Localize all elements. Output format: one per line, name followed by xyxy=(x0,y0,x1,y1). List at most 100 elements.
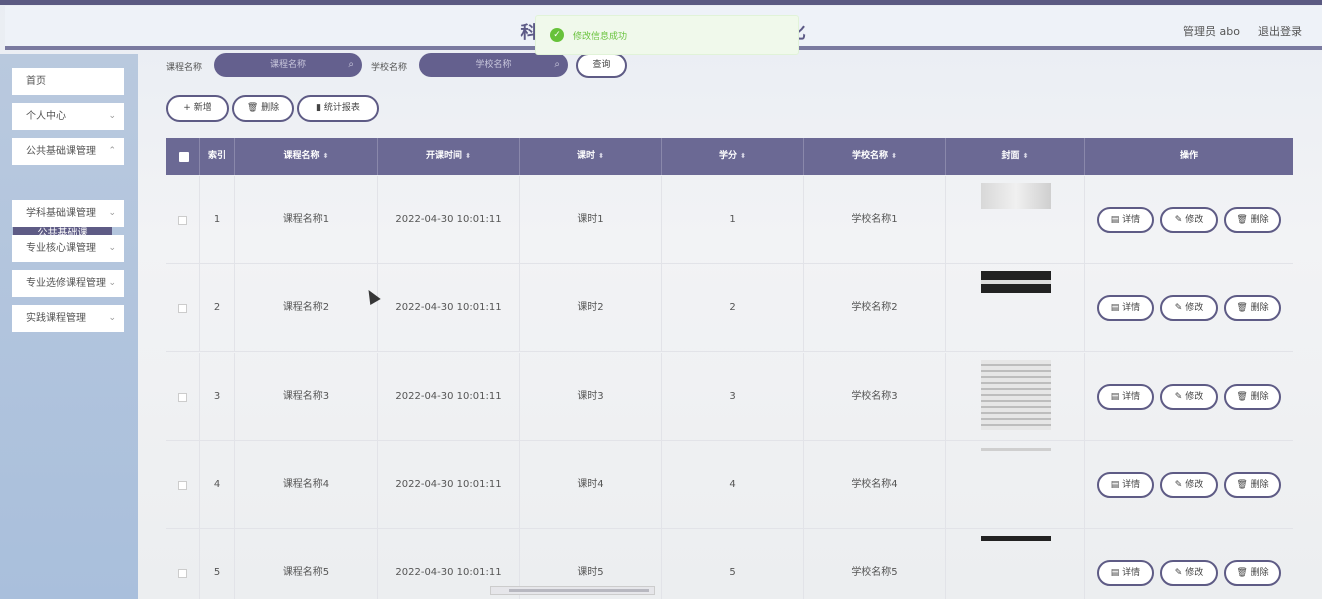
batch-delete-button[interactable]: 🗑 删除 xyxy=(232,95,294,122)
sort-icon: ⬍ xyxy=(598,152,604,160)
edit-button[interactable]: ✎ 修改 xyxy=(1160,384,1218,410)
table-row: 2 课程名称2 2022-04-30 10:01:11 课时2 2 学校名称2 ▤ 详情 ✎ … xyxy=(166,264,1293,352)
row-checkbox[interactable] xyxy=(178,393,187,402)
delete-button[interactable]: 🗑 删除 xyxy=(1224,472,1281,498)
course-name-input[interactable]: 课程名称 ⌕ xyxy=(214,53,362,77)
edit-button[interactable]: ✎ 修改 xyxy=(1160,560,1218,586)
cell-course: 课程名称3 xyxy=(235,353,378,441)
trash-icon: 🗑 xyxy=(1236,303,1251,313)
edit-button[interactable]: ✎ 修改 xyxy=(1160,472,1218,498)
cell-school: 学校名称1 xyxy=(804,176,946,264)
header-cover[interactable]: 封面 ⬍ xyxy=(946,138,1085,175)
sidebar-item-label: 首页 xyxy=(26,76,46,87)
cover-thumbnail[interactable] xyxy=(981,448,1051,451)
detail-button[interactable]: ▤ 详情 xyxy=(1097,207,1154,233)
cell-course: 课程名称2 xyxy=(235,264,378,352)
sidebar: 首页 个人中心 ⌄ 公共基础课管理 ⌃ 公共基础课 学科基础课管理 ⌄ 专业核心… xyxy=(0,54,138,599)
report-button[interactable]: ▮ 统计报表 xyxy=(297,95,379,122)
sort-icon: ⬍ xyxy=(1022,152,1029,160)
delete-button[interactable]: 🗑 删除 xyxy=(1224,560,1281,586)
select-all-checkbox[interactable] xyxy=(179,152,189,162)
horizontal-scrollbar[interactable] xyxy=(490,586,655,595)
cell-start: 2022-04-30 10:01:11 xyxy=(378,441,520,529)
row-checkbox[interactable] xyxy=(178,481,187,490)
detail-button[interactable]: ▤ 详情 xyxy=(1097,384,1154,410)
query-button[interactable]: 查询 xyxy=(576,53,627,78)
sidebar-item-core[interactable]: 专业核心课管理 ⌄ xyxy=(12,235,124,262)
top-accent-bar xyxy=(0,0,1322,5)
trash-icon: 🗑 xyxy=(1236,480,1251,490)
delete-label: 删除 xyxy=(1250,480,1269,490)
school-name-input[interactable]: 学校名称 ⌕ xyxy=(419,53,568,77)
trash-icon: 🗑 xyxy=(1236,568,1251,578)
detail-button[interactable]: ▤ 详情 xyxy=(1097,560,1154,586)
cell-index: 1 xyxy=(200,176,235,264)
row-select-cell xyxy=(166,264,200,352)
chevron-down-icon: ⌄ xyxy=(108,208,116,218)
header-course[interactable]: 课程名称 ⬍ xyxy=(235,138,378,175)
row-checkbox[interactable] xyxy=(178,304,187,313)
scrollbar-thumb[interactable] xyxy=(509,589,649,592)
header-select-cell xyxy=(166,138,200,175)
sidebar-item-label: 个人中心 xyxy=(26,111,66,122)
delete-label: 删除 xyxy=(1250,215,1269,225)
row-select-cell xyxy=(166,353,200,441)
edit-icon: ✎ xyxy=(1174,568,1186,578)
sidebar-item-personal[interactable]: 个人中心 ⌄ xyxy=(12,103,124,130)
cover-thumbnail[interactable] xyxy=(981,360,1051,430)
edit-button[interactable]: ✎ 修改 xyxy=(1160,295,1218,321)
sidebar-item-label: 学科基础课管理 xyxy=(26,208,96,219)
cell-start: 2022-04-30 10:01:11 xyxy=(378,353,520,441)
edit-button[interactable]: ✎ 修改 xyxy=(1160,207,1218,233)
trash-icon: 🗑 xyxy=(246,103,259,113)
sidebar-item-label: 公共基础课管理 xyxy=(26,146,96,157)
cell-ops: ▤ 详情 ✎ 修改 🗑 删除 xyxy=(1085,353,1293,441)
school-name-placeholder: 学校名称 xyxy=(475,60,512,70)
detail-button[interactable]: ▤ 详情 xyxy=(1097,472,1154,498)
chevron-up-icon: ⌃ xyxy=(108,146,116,156)
cell-course: 课程名称4 xyxy=(235,441,378,529)
sidebar-item-practice[interactable]: 实践课程管理 ⌄ xyxy=(12,305,124,332)
bar-chart-icon: ▮ xyxy=(316,103,322,113)
header-credit-label: 学分 xyxy=(719,151,738,161)
cell-cover xyxy=(946,441,1085,529)
add-button[interactable]: + 新增 xyxy=(166,95,229,122)
cell-cover xyxy=(946,529,1085,599)
plus-icon: + xyxy=(183,103,191,113)
row-checkbox[interactable] xyxy=(178,216,187,225)
edit-label: 修改 xyxy=(1185,392,1204,402)
detail-button[interactable]: ▤ 详情 xyxy=(1097,295,1154,321)
delete-button[interactable]: 🗑 删除 xyxy=(1224,295,1281,321)
cell-cover xyxy=(946,264,1085,352)
sort-icon: ⬍ xyxy=(322,152,329,160)
table-row: 1 课程名称1 2022-04-30 10:01:11 课时1 1 学校名称1 ▤ 详情 ✎ … xyxy=(166,176,1293,264)
document-icon: ▤ xyxy=(1110,392,1123,402)
cell-ops: ▤ 详情 ✎ 修改 🗑 删除 xyxy=(1085,176,1293,264)
sidebar-item-home[interactable]: 首页 xyxy=(12,68,124,95)
cell-course: 课程名称5 xyxy=(235,529,378,599)
delete-label: 删除 xyxy=(261,103,280,113)
logout-link[interactable]: 退出登录 xyxy=(1258,23,1302,39)
cover-thumbnail[interactable] xyxy=(981,183,1051,209)
cell-school: 学校名称5 xyxy=(804,529,946,599)
delete-button[interactable]: 🗑 删除 xyxy=(1224,207,1281,233)
cell-hours: 课时1 xyxy=(520,176,662,264)
cell-school: 学校名称4 xyxy=(804,441,946,529)
header-start-label: 开课时间 xyxy=(426,151,463,161)
detail-label: 详情 xyxy=(1122,568,1141,578)
delete-button[interactable]: 🗑 删除 xyxy=(1224,384,1281,410)
sidebar-item-discipline[interactable]: 学科基础课管理 ⌄ xyxy=(12,200,124,227)
sidebar-item-label: 专业核心课管理 xyxy=(26,243,96,254)
success-toast: ✓ 修改信息成功 xyxy=(535,15,799,55)
header-credit[interactable]: 学分 ⬍ xyxy=(662,138,804,175)
cover-thumbnail[interactable] xyxy=(981,536,1051,541)
sidebar-item-public-basic[interactable]: 公共基础课管理 ⌃ xyxy=(12,138,124,165)
sidebar-item-elective[interactable]: 专业选修课程管理 ⌄ xyxy=(12,270,124,297)
detail-label: 详情 xyxy=(1122,480,1141,490)
chevron-down-icon: ⌄ xyxy=(108,243,116,253)
header-start[interactable]: 开课时间 ⬍ xyxy=(378,138,520,175)
header-school[interactable]: 学校名称 ⬍ xyxy=(804,138,946,175)
row-checkbox[interactable] xyxy=(178,569,187,578)
header-hours[interactable]: 课时 ⬍ xyxy=(520,138,662,175)
cover-thumbnail[interactable] xyxy=(981,271,1051,293)
